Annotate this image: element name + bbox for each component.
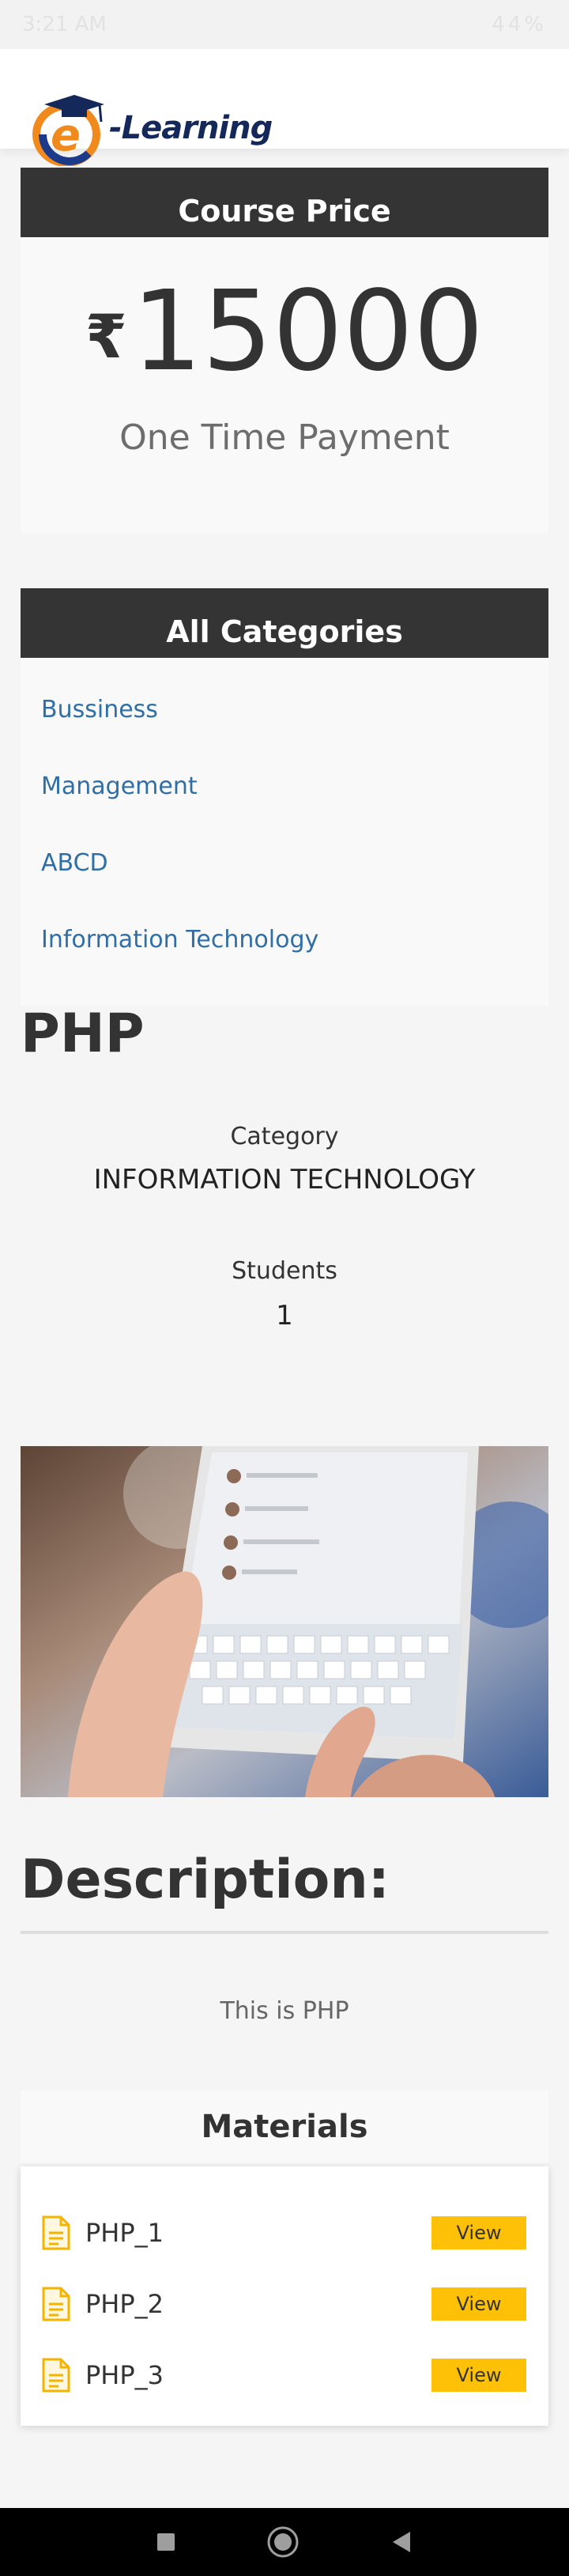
svg-text:e: e <box>51 110 81 161</box>
material-item: PHP_2 View <box>21 2280 548 2328</box>
home-icon[interactable] <box>266 2525 300 2559</box>
course-title: PHP <box>21 1003 145 1065</box>
back-icon[interactable] <box>390 2530 413 2554</box>
students-label: Students <box>232 1257 337 1285</box>
view-button[interactable]: View <box>431 2216 526 2249</box>
payment-type: One Time Payment <box>119 417 450 458</box>
category-link-information-technology[interactable]: Information Technology <box>41 926 548 1003</box>
description-text: This is PHP <box>220 1997 349 2025</box>
material-name: PHP_1 <box>85 2218 164 2248</box>
logo-text: -Learning <box>109 110 273 146</box>
description-divider <box>21 1931 548 1934</box>
file-text-icon <box>42 2358 70 2393</box>
view-button[interactable]: View <box>431 2287 526 2321</box>
category-link-management[interactable]: Management <box>41 772 548 849</box>
system-nav-bar <box>0 2508 569 2576</box>
course-price-heading: Course Price <box>21 168 548 237</box>
categories-card: All Categories Bussiness Management ABCD… <box>21 588 548 1006</box>
elearning-logo[interactable]: e -Learning <box>28 90 273 166</box>
category-label: Category <box>230 1123 339 1150</box>
material-item: PHP_3 View <box>21 2351 548 2399</box>
categories-heading: All Categories <box>21 588 548 658</box>
material-name: PHP_2 <box>85 2289 164 2319</box>
status-battery: 44% <box>492 13 547 36</box>
material-name: PHP_3 <box>85 2360 164 2390</box>
app-header: e -Learning <box>0 49 569 166</box>
file-text-icon <box>42 2215 70 2250</box>
recent-apps-icon[interactable] <box>156 2532 176 2552</box>
category-value: INFORMATION TECHNOLOGY <box>93 1164 476 1195</box>
status-bar: 3:21 AM 44% <box>0 0 569 49</box>
category-link-abcd[interactable]: ABCD <box>41 849 548 926</box>
price-row: ₹ 15000 <box>21 277 548 387</box>
status-time: 3:21 AM <box>22 13 107 36</box>
description-heading: Description: <box>21 1849 390 1911</box>
material-item: PHP_1 View <box>21 2209 548 2257</box>
materials-list: PHP_1 View PHP_2 View PHP_3 View <box>21 2166 548 2426</box>
students-value: 1 <box>276 1300 293 1331</box>
category-link-bussiness[interactable]: Bussiness <box>41 696 548 772</box>
file-text-icon <box>42 2287 70 2321</box>
course-price-card: Course Price ₹ 15000 One Time Payment <box>21 168 548 533</box>
graduation-cap-logo-icon: e <box>32 95 104 166</box>
view-button[interactable]: View <box>431 2359 526 2392</box>
category-list: Bussiness Management ABCD Information Te… <box>21 658 548 1003</box>
materials-heading: Materials <box>21 2091 548 2163</box>
tablet-photo-illustration <box>21 1446 548 1797</box>
currency-symbol: ₹ <box>85 301 127 372</box>
price-amount: 15000 <box>131 267 484 396</box>
course-image <box>21 1446 548 1797</box>
